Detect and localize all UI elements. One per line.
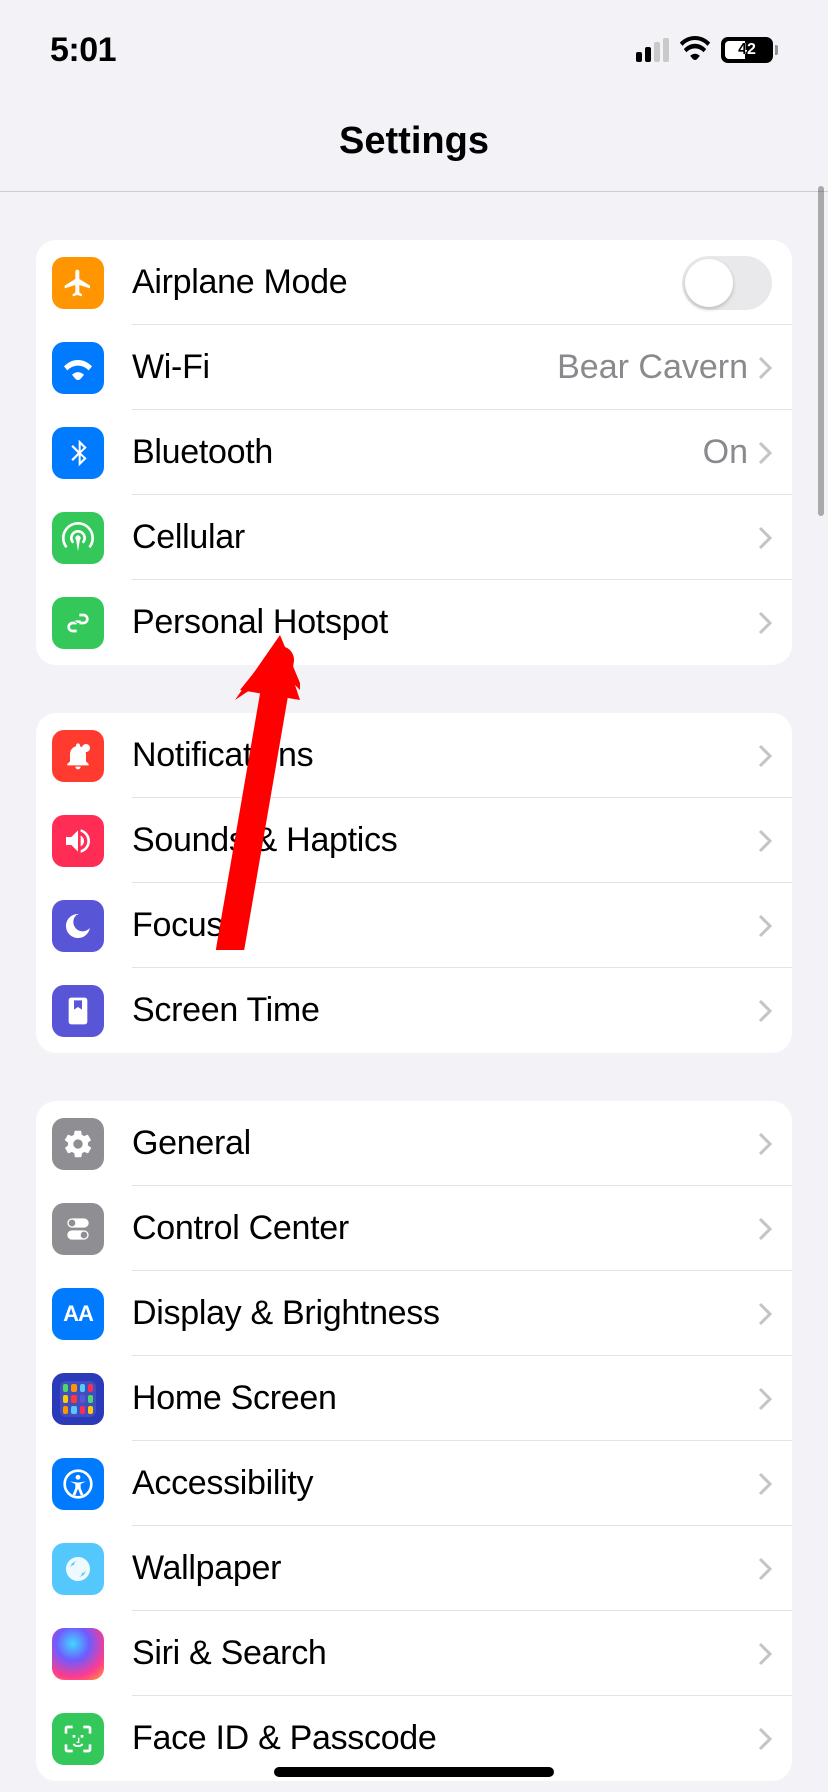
airplane-icon (52, 257, 104, 309)
row-label: Screen Time (132, 991, 758, 1030)
bluetooth-icon (52, 427, 104, 479)
chevron-right-icon (758, 356, 772, 380)
row-home-screen[interactable]: Home Screen (36, 1356, 792, 1441)
sounds-icon (52, 815, 104, 867)
row-screen-time[interactable]: Screen Time (36, 968, 792, 1053)
row-notifications[interactable]: Notifications (36, 713, 792, 798)
row-label: Focus (132, 906, 758, 945)
cellular-icon (52, 512, 104, 564)
hotspot-icon (52, 597, 104, 649)
row-label: Display & Brightness (132, 1294, 758, 1333)
chevron-right-icon (758, 999, 772, 1023)
row-label: Sounds & Haptics (132, 821, 758, 860)
home-indicator[interactable] (274, 1767, 554, 1777)
row-label: General (132, 1124, 758, 1163)
chevron-right-icon (758, 914, 772, 938)
row-sounds-haptics[interactable]: Sounds & Haptics (36, 798, 792, 883)
status-bar: 5:01 42 (0, 0, 828, 80)
status-time: 5:01 (50, 31, 116, 70)
row-label: Home Screen (132, 1379, 758, 1418)
chevron-right-icon (758, 1557, 772, 1581)
section-connectivity: Airplane Mode Wi-Fi Bear Cavern Bluetoot… (36, 240, 792, 665)
wallpaper-icon (52, 1543, 104, 1595)
wifi-status-icon (679, 36, 711, 65)
general-icon (52, 1118, 104, 1170)
row-label: Accessibility (132, 1464, 758, 1503)
scroll-indicator[interactable] (818, 186, 824, 516)
wifi-icon (52, 342, 104, 394)
cellular-signal-icon (636, 38, 669, 62)
row-label: Siri & Search (132, 1634, 758, 1673)
row-label: Wallpaper (132, 1549, 758, 1588)
chevron-right-icon (758, 441, 772, 465)
chevron-right-icon (758, 1642, 772, 1666)
row-label: Personal Hotspot (132, 603, 758, 642)
chevron-right-icon (758, 744, 772, 768)
row-label: Bluetooth (132, 433, 703, 472)
control-center-icon (52, 1203, 104, 1255)
row-label: Face ID & Passcode (132, 1719, 758, 1758)
row-bluetooth[interactable]: Bluetooth On (36, 410, 792, 495)
wifi-network-name: Bear Cavern (557, 348, 748, 387)
chevron-right-icon (758, 829, 772, 853)
settings-list[interactable]: Airplane Mode Wi-Fi Bear Cavern Bluetoot… (0, 240, 828, 1781)
row-label: Control Center (132, 1209, 758, 1248)
siri-icon (52, 1628, 104, 1680)
chevron-right-icon (758, 1302, 772, 1326)
chevron-right-icon (758, 526, 772, 550)
chevron-right-icon (758, 1727, 772, 1751)
bluetooth-status: On (703, 433, 748, 472)
row-label: Cellular (132, 518, 758, 557)
home-screen-icon (52, 1373, 104, 1425)
airplane-mode-toggle[interactable] (682, 256, 772, 310)
chevron-right-icon (758, 1387, 772, 1411)
row-wallpaper[interactable]: Wallpaper (36, 1526, 792, 1611)
page-title: Settings (0, 80, 828, 192)
chevron-right-icon (758, 1217, 772, 1241)
chevron-right-icon (758, 1472, 772, 1496)
row-wifi[interactable]: Wi-Fi Bear Cavern (36, 325, 792, 410)
row-focus[interactable]: Focus (36, 883, 792, 968)
status-indicators: 42 (636, 36, 778, 65)
row-cellular[interactable]: Cellular (36, 495, 792, 580)
row-siri-search[interactable]: Siri & Search (36, 1611, 792, 1696)
face-id-icon (52, 1713, 104, 1765)
row-airplane-mode[interactable]: Airplane Mode (36, 240, 792, 325)
chevron-right-icon (758, 611, 772, 635)
focus-icon (52, 900, 104, 952)
display-icon: AA (52, 1288, 104, 1340)
row-control-center[interactable]: Control Center (36, 1186, 792, 1271)
row-general[interactable]: General (36, 1101, 792, 1186)
chevron-right-icon (758, 1132, 772, 1156)
row-display-brightness[interactable]: AA Display & Brightness (36, 1271, 792, 1356)
accessibility-icon (52, 1458, 104, 1510)
row-accessibility[interactable]: Accessibility (36, 1441, 792, 1526)
row-personal-hotspot[interactable]: Personal Hotspot (36, 580, 792, 665)
row-label: Wi-Fi (132, 348, 557, 387)
section-notifications: Notifications Sounds & Haptics Focus Scr… (36, 713, 792, 1053)
section-general: General Control Center AA Display & Brig… (36, 1101, 792, 1781)
row-label: Airplane Mode (132, 263, 682, 302)
notifications-icon (52, 730, 104, 782)
battery-indicator: 42 (721, 37, 778, 63)
row-label: Notifications (132, 736, 758, 775)
screen-time-icon (52, 985, 104, 1037)
